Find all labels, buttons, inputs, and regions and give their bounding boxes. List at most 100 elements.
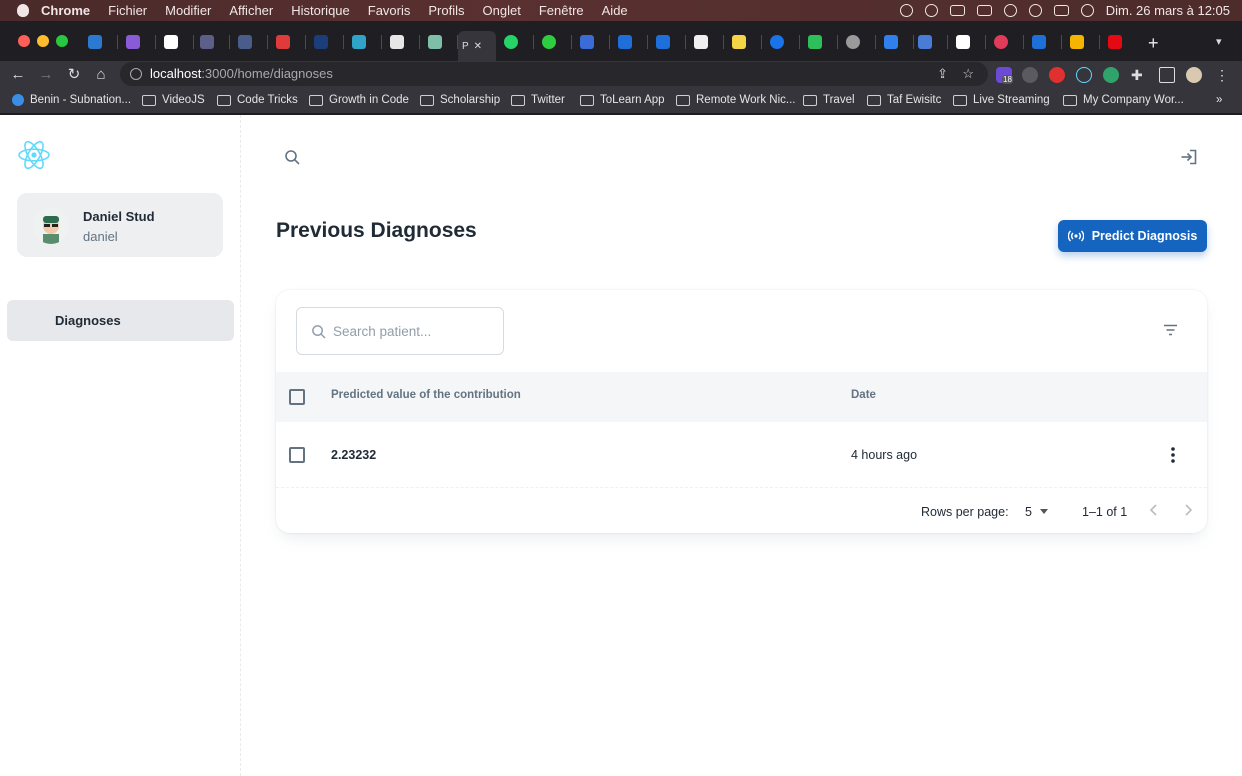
menu-historique[interactable]: Historique	[291, 3, 350, 18]
bookmark-folder[interactable]: Remote Work Nic...	[676, 94, 795, 106]
chevron-left-icon[interactable]	[1148, 503, 1160, 517]
bookmark-folder[interactable]: VideoJS	[142, 94, 205, 106]
browser-tab[interactable]	[1066, 31, 1100, 53]
bookmark-folder[interactable]: Scholarship	[420, 94, 500, 106]
extension-icon[interactable]: 18	[996, 67, 1013, 84]
menu-profils[interactable]: Profils	[428, 3, 464, 18]
column-header-date[interactable]: Date	[851, 389, 876, 401]
logout-icon[interactable]	[1180, 149, 1198, 165]
browser-tab[interactable]	[348, 31, 382, 53]
screen-icon[interactable]	[949, 5, 965, 16]
caret-down-icon[interactable]	[1040, 509, 1048, 514]
app-menu[interactable]: Chrome	[41, 3, 90, 18]
extension-icon[interactable]	[1049, 67, 1065, 83]
row-checkbox[interactable]	[289, 447, 305, 463]
column-header-predicted-value[interactable]: Predicted value of the contribution	[331, 389, 521, 401]
extension-icon[interactable]	[1103, 67, 1119, 83]
zoom-window-button[interactable]	[56, 35, 68, 47]
back-arrow-icon[interactable]: ←	[10, 67, 26, 83]
reload-icon[interactable]: ↻	[66, 67, 82, 83]
browser-tab[interactable]	[880, 31, 914, 53]
puzzle-icon[interactable]: ✚	[1131, 67, 1147, 83]
nav-item-diagnoses[interactable]: Diagnoses	[7, 300, 234, 341]
browser-tab[interactable]	[1104, 31, 1136, 53]
browser-tab[interactable]	[914, 31, 948, 53]
bookmark-folder[interactable]: Live Streaming	[953, 94, 1050, 106]
forward-arrow-icon[interactable]: →	[38, 67, 54, 83]
search-patient-input[interactable]	[333, 308, 498, 354]
new-tab-button[interactable]: +	[1148, 33, 1159, 54]
browser-tab[interactable]	[804, 31, 838, 53]
more-vert-icon[interactable]	[1165, 446, 1181, 464]
more-vert-icon[interactable]: ⋮	[1214, 67, 1230, 83]
address-bar[interactable]: localhost:3000/home/diagnoses ⇪ ☆	[120, 62, 988, 86]
browser-tab[interactable]	[538, 31, 572, 53]
bookmarks-overflow-icon[interactable]: »	[1216, 94, 1222, 106]
close-tab-icon[interactable]: ✕	[474, 41, 482, 52]
menu-fenetre[interactable]: Fenêtre	[539, 3, 584, 18]
close-window-button[interactable]	[18, 35, 30, 47]
profile-avatar[interactable]	[1186, 67, 1202, 83]
select-all-checkbox[interactable]	[289, 389, 305, 405]
tab-active[interactable]: P ✕	[458, 31, 496, 61]
browser-tab[interactable]	[122, 31, 156, 53]
search-patient-field[interactable]	[296, 307, 504, 355]
table-row[interactable]: 2.23232 4 hours ago	[276, 422, 1207, 488]
menu-fichier[interactable]: Fichier	[108, 3, 147, 18]
search-icon[interactable]	[284, 149, 300, 165]
browser-tab[interactable]	[766, 31, 800, 53]
battery-icon[interactable]	[976, 5, 992, 16]
bookmark-item[interactable]: Benin - Subnation...	[12, 94, 131, 106]
browser-tab[interactable]	[160, 31, 194, 53]
filter-list-icon[interactable]	[1163, 324, 1178, 336]
browser-tab[interactable]	[652, 31, 686, 53]
react-devtools-icon[interactable]	[1076, 67, 1092, 83]
menu-aide[interactable]: Aide	[602, 3, 628, 18]
predict-diagnosis-button[interactable]: Predict Diagnosis	[1058, 220, 1207, 252]
chevron-right-icon[interactable]	[1182, 503, 1194, 517]
browser-tab[interactable]	[614, 31, 648, 53]
browser-tab[interactable]	[690, 31, 724, 53]
bookmark-folder[interactable]: Taf Ewisitc	[867, 94, 941, 106]
spotlight-icon[interactable]	[1003, 4, 1017, 17]
bookmark-folder[interactable]: ToLearn App	[580, 94, 665, 106]
menu-modifier[interactable]: Modifier	[165, 3, 211, 18]
share-icon[interactable]: ⇪	[937, 62, 948, 86]
bookmark-folder[interactable]: Twitter	[511, 94, 565, 106]
menu-onglet[interactable]: Onglet	[483, 3, 521, 18]
browser-tab[interactable]	[310, 31, 344, 53]
tab-search-chevron-icon[interactable]: ▾	[1216, 35, 1222, 48]
browser-tab[interactable]	[424, 31, 458, 53]
browser-tab[interactable]	[500, 31, 534, 53]
site-info-icon[interactable]	[130, 68, 142, 80]
browser-tab[interactable]	[196, 31, 230, 53]
status-app-icon[interactable]	[899, 4, 913, 17]
minimize-window-button[interactable]	[37, 35, 49, 47]
browser-tab[interactable]	[234, 31, 268, 53]
browser-tab[interactable]	[952, 31, 986, 53]
play-icon[interactable]	[924, 4, 938, 17]
control-center-icon[interactable]	[1053, 5, 1069, 16]
clock[interactable]: Dim. 26 mars à 12:05	[1106, 3, 1230, 18]
wifi-icon[interactable]	[1028, 4, 1042, 17]
menu-afficher[interactable]: Afficher	[229, 3, 273, 18]
browser-tab[interactable]	[728, 31, 762, 53]
bookmark-star-icon[interactable]: ☆	[962, 62, 974, 86]
browser-tab[interactable]	[842, 31, 876, 53]
browser-tab[interactable]	[386, 31, 420, 53]
home-icon[interactable]: ⌂	[93, 67, 109, 83]
side-panel-icon[interactable]	[1159, 67, 1175, 83]
bookmark-folder[interactable]: Travel	[803, 94, 855, 106]
browser-tab[interactable]	[990, 31, 1024, 53]
browser-tab[interactable]	[1028, 31, 1062, 53]
browser-tab[interactable]	[576, 31, 610, 53]
bookmark-folder[interactable]: Code Tricks	[217, 94, 298, 106]
browser-tab[interactable]	[84, 31, 118, 53]
siri-icon[interactable]	[1080, 4, 1094, 17]
rows-per-page-select[interactable]: 5	[1025, 505, 1032, 519]
account-card[interactable]: Daniel Stud daniel	[17, 193, 223, 257]
browser-tab[interactable]	[272, 31, 306, 53]
bookmark-folder[interactable]: Growth in Code	[309, 94, 409, 106]
react-logo-icon[interactable]	[17, 139, 51, 171]
wordpress-icon[interactable]	[1022, 67, 1038, 83]
